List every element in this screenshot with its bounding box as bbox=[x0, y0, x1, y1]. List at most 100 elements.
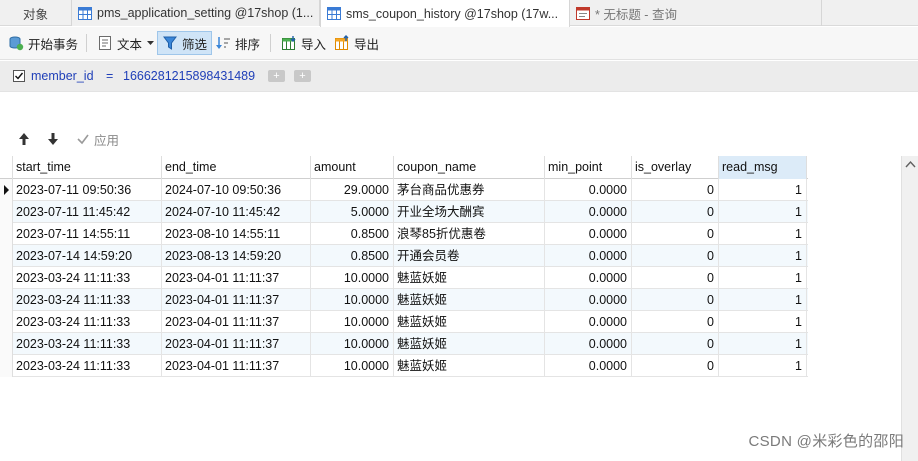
table-row[interactable]: 2023-07-14 14:59:20 2023-08-13 14:59:20 0.… bbox=[0, 245, 808, 267]
cell-is-overlay[interactable]: 0 bbox=[632, 311, 719, 333]
table-row[interactable]: 2023-07-11 11:45:42 2024-07-10 11:45:42 5.… bbox=[0, 201, 808, 223]
cell-read-msg[interactable]: 1 bbox=[719, 333, 807, 355]
row-indicator[interactable] bbox=[0, 179, 13, 201]
column-header-amount[interactable]: amount bbox=[311, 156, 394, 179]
filter-field[interactable]: member_id bbox=[31, 69, 94, 83]
cell-end-time[interactable]: 2023-04-01 11:11:37 bbox=[162, 311, 311, 333]
table-row[interactable]: 2023-03-24 11:11:33 2023-04-01 11:11:37 10… bbox=[0, 267, 808, 289]
tab-sms-coupon-history[interactable]: sms_coupon_history @17shop (17w... bbox=[320, 0, 570, 27]
cell-end-time[interactable]: 2023-04-01 11:11:37 bbox=[162, 355, 311, 377]
cell-coupon-name[interactable]: 开通会员卷 bbox=[394, 245, 545, 267]
cell-min-point[interactable]: 0.0000 bbox=[545, 201, 632, 223]
cell-is-overlay[interactable]: 0 bbox=[632, 245, 719, 267]
cell-is-overlay[interactable]: 0 bbox=[632, 267, 719, 289]
import-button[interactable]: 导入 bbox=[277, 31, 330, 55]
row-indicator[interactable] bbox=[0, 245, 13, 267]
table-row[interactable]: 2023-03-24 11:11:33 2023-04-01 11:11:37 10… bbox=[0, 289, 808, 311]
cell-amount[interactable]: 10.0000 bbox=[311, 267, 394, 289]
cell-amount[interactable]: 10.0000 bbox=[311, 333, 394, 355]
column-header-coupon-name[interactable]: coupon_name bbox=[394, 156, 545, 179]
table-row[interactable]: 2023-03-24 11:11:33 2023-04-01 11:11:37 10… bbox=[0, 333, 808, 355]
sort-button[interactable]: 排序 bbox=[211, 31, 264, 55]
column-header-end-time[interactable]: end_time bbox=[162, 156, 311, 179]
filter-enable-checkbox[interactable] bbox=[13, 70, 25, 82]
cell-end-time[interactable]: 2023-08-10 14:55:11 bbox=[162, 223, 311, 245]
cell-min-point[interactable]: 0.0000 bbox=[545, 267, 632, 289]
table-row[interactable]: 2023-03-24 11:11:33 2023-04-01 11:11:37 10… bbox=[0, 311, 808, 333]
cell-coupon-name[interactable]: 浪琴85折优惠卷 bbox=[394, 223, 545, 245]
filter-operator[interactable]: = bbox=[106, 69, 113, 83]
cell-amount[interactable]: 10.0000 bbox=[311, 355, 394, 377]
export-button[interactable]: 导出 bbox=[330, 31, 383, 55]
cell-coupon-name[interactable]: 开业全场大酬宾 bbox=[394, 201, 545, 223]
cell-end-time[interactable]: 2024-07-10 09:50:36 bbox=[162, 179, 311, 201]
cell-start-time[interactable]: 2023-03-24 11:11:33 bbox=[13, 289, 162, 311]
tab-pms-application-setting[interactable]: pms_application_setting @17shop (1... bbox=[72, 0, 320, 26]
filter-button[interactable]: 筛选 bbox=[157, 31, 213, 55]
cell-amount[interactable]: 10.0000 bbox=[311, 311, 394, 333]
cell-read-msg[interactable]: 1 bbox=[719, 267, 807, 289]
begin-transaction-button[interactable]: 开始事务 bbox=[4, 31, 82, 55]
table-row[interactable]: 2023-07-11 14:55:11 2023-08-10 14:55:11 0.… bbox=[0, 223, 808, 245]
cell-coupon-name[interactable]: 魅蓝妖姬 bbox=[394, 355, 545, 377]
filter-value[interactable]: 1666281215898431489 bbox=[123, 69, 255, 83]
cell-min-point[interactable]: 0.0000 bbox=[545, 289, 632, 311]
cell-read-msg[interactable]: 1 bbox=[719, 223, 807, 245]
table-row[interactable]: 2023-07-11 09:50:36 2024-07-10 09:50:36 29… bbox=[0, 179, 808, 201]
tab-untitled-query[interactable]: * 无标题 - 查询 bbox=[570, 0, 822, 26]
row-indicator[interactable] bbox=[0, 223, 13, 245]
column-header-is-overlay[interactable]: is_overlay bbox=[632, 156, 719, 179]
text-button[interactable]: 文本 bbox=[93, 31, 159, 55]
cell-read-msg[interactable]: 1 bbox=[719, 355, 807, 377]
cell-amount[interactable]: 10.0000 bbox=[311, 289, 394, 311]
cell-read-msg[interactable]: 1 bbox=[719, 179, 807, 201]
column-header-start-time[interactable]: start_time bbox=[13, 156, 162, 179]
vertical-scrollbar[interactable] bbox=[901, 156, 918, 461]
cell-read-msg[interactable]: 1 bbox=[719, 245, 807, 267]
cell-end-time[interactable]: 2023-04-01 11:11:37 bbox=[162, 267, 311, 289]
cell-min-point[interactable]: 0.0000 bbox=[545, 311, 632, 333]
cell-end-time[interactable]: 2024-07-10 11:45:42 bbox=[162, 201, 311, 223]
cell-min-point[interactable]: 0.0000 bbox=[545, 355, 632, 377]
cell-is-overlay[interactable]: 0 bbox=[632, 289, 719, 311]
cell-start-time[interactable]: 2023-07-11 14:55:11 bbox=[13, 223, 162, 245]
cell-is-overlay[interactable]: 0 bbox=[632, 201, 719, 223]
cell-min-point[interactable]: 0.0000 bbox=[545, 223, 632, 245]
column-header-read-msg[interactable]: read_msg bbox=[719, 156, 807, 179]
row-indicator[interactable] bbox=[0, 201, 13, 223]
table-row[interactable]: 2023-03-24 11:11:33 2023-04-01 11:11:37 10… bbox=[0, 355, 808, 377]
add-group-button[interactable]: + bbox=[294, 70, 311, 82]
add-condition-button[interactable]: + bbox=[268, 70, 285, 82]
cell-read-msg[interactable]: 1 bbox=[719, 289, 807, 311]
cell-start-time[interactable]: 2023-07-11 09:50:36 bbox=[13, 179, 162, 201]
cell-start-time[interactable]: 2023-07-14 14:59:20 bbox=[13, 245, 162, 267]
row-indicator[interactable] bbox=[0, 267, 13, 289]
apply-button[interactable]: 应用 bbox=[76, 130, 119, 148]
move-up-button[interactable] bbox=[18, 130, 30, 148]
cell-read-msg[interactable]: 1 bbox=[719, 311, 807, 333]
cell-coupon-name[interactable]: 魅蓝妖姬 bbox=[394, 333, 545, 355]
cell-min-point[interactable]: 0.0000 bbox=[545, 245, 632, 267]
row-indicator[interactable] bbox=[0, 355, 13, 377]
row-indicator[interactable] bbox=[0, 333, 13, 355]
cell-amount[interactable]: 0.8500 bbox=[311, 223, 394, 245]
cell-is-overlay[interactable]: 0 bbox=[632, 355, 719, 377]
tab-objects[interactable]: 对象 bbox=[0, 0, 72, 26]
cell-amount[interactable]: 29.0000 bbox=[311, 179, 394, 201]
column-header-min-point[interactable]: min_point bbox=[545, 156, 632, 179]
cell-is-overlay[interactable]: 0 bbox=[632, 179, 719, 201]
cell-start-time[interactable]: 2023-03-24 11:11:33 bbox=[13, 333, 162, 355]
move-down-button[interactable] bbox=[47, 130, 59, 148]
cell-start-time[interactable]: 2023-07-11 11:45:42 bbox=[13, 201, 162, 223]
cell-min-point[interactable]: 0.0000 bbox=[545, 333, 632, 355]
row-indicator[interactable] bbox=[0, 289, 13, 311]
cell-start-time[interactable]: 2023-03-24 11:11:33 bbox=[13, 267, 162, 289]
cell-amount[interactable]: 5.0000 bbox=[311, 201, 394, 223]
cell-end-time[interactable]: 2023-08-13 14:59:20 bbox=[162, 245, 311, 267]
cell-coupon-name[interactable]: 魅蓝妖姬 bbox=[394, 289, 545, 311]
cell-coupon-name[interactable]: 茅台商品优惠券 bbox=[394, 179, 545, 201]
cell-coupon-name[interactable]: 魅蓝妖姬 bbox=[394, 267, 545, 289]
cell-start-time[interactable]: 2023-03-24 11:11:33 bbox=[13, 355, 162, 377]
cell-start-time[interactable]: 2023-03-24 11:11:33 bbox=[13, 311, 162, 333]
cell-is-overlay[interactable]: 0 bbox=[632, 333, 719, 355]
